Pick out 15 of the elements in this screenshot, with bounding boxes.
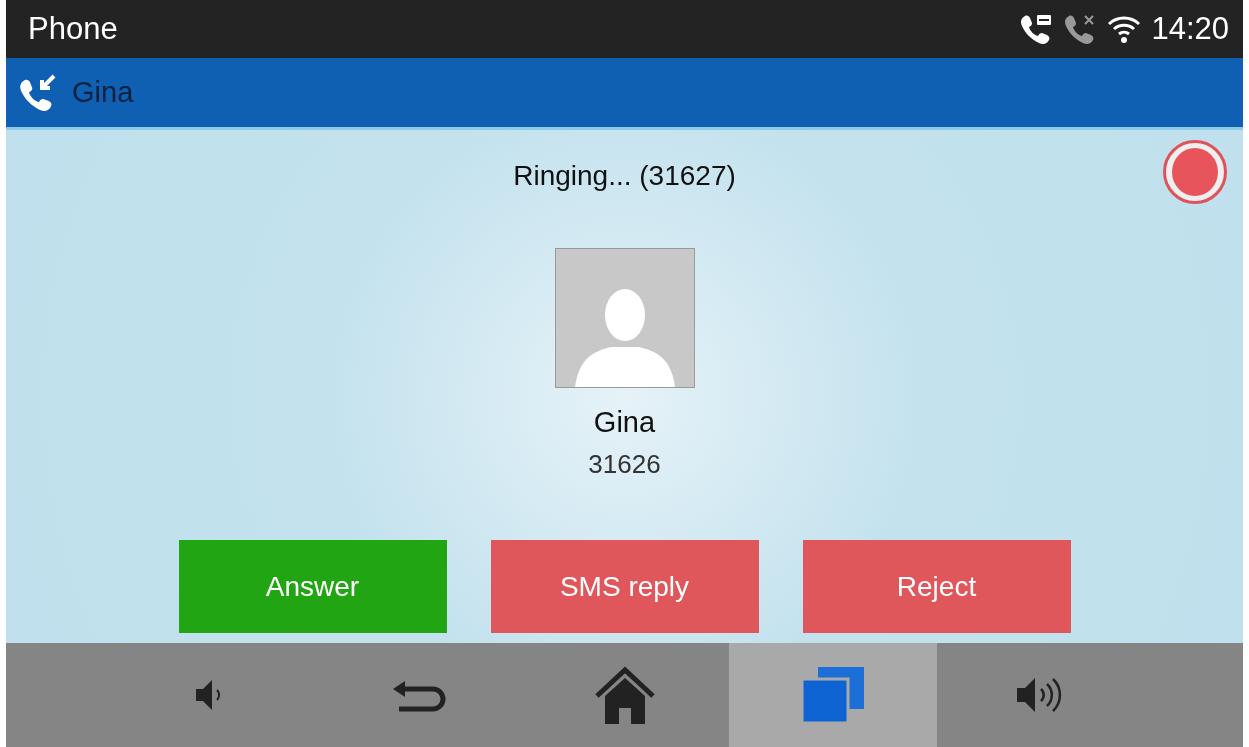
decline-button[interactable]: SMS reply xyxy=(490,540,759,633)
contact-number: 31626 xyxy=(588,449,661,480)
recents-icon xyxy=(801,667,864,723)
answer-button[interactable]: Answer xyxy=(178,540,447,633)
record-button[interactable] xyxy=(1163,140,1227,204)
app-title: Phone xyxy=(28,11,118,47)
recents-button[interactable] xyxy=(728,643,937,747)
call-message-icon xyxy=(1019,14,1054,44)
incoming-call-icon xyxy=(18,73,58,112)
decline-button[interactable]: Reject xyxy=(802,540,1071,633)
wifi-icon xyxy=(1107,14,1142,44)
caller-name: Gina xyxy=(72,76,134,109)
status-time: 14:20 xyxy=(1151,11,1229,47)
call-status: Ringing... (31627) xyxy=(513,160,736,192)
contact-name: Gina xyxy=(593,406,656,439)
